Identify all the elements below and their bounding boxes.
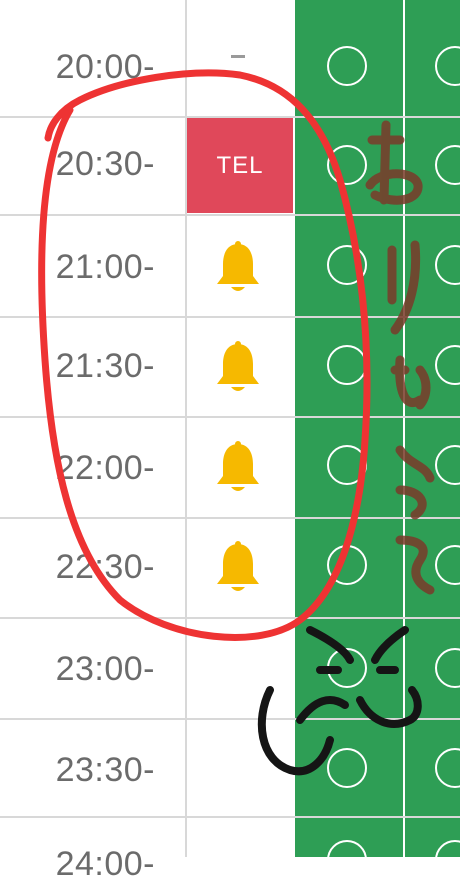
availability-column-1 [295,0,403,857]
row-divider [0,517,460,519]
availability-column-2 [405,0,460,857]
row-divider [0,816,460,818]
divider [403,0,405,857]
time-label: 22:30- [55,548,155,586]
bell-icon[interactable] [213,340,263,396]
time-label: 22:00- [55,449,155,487]
time-label: 21:00- [55,248,155,286]
status-column-white [187,0,293,620]
available-circle-icon[interactable] [327,648,367,688]
row-divider [0,718,460,720]
available-circle-icon[interactable] [327,46,367,86]
unavailable-dash [231,55,245,58]
time-label: 23:00- [55,650,155,688]
available-circle-icon[interactable] [327,145,367,185]
bell-icon[interactable] [213,540,263,596]
available-circle-icon[interactable] [327,445,367,485]
time-label: 20:30- [55,145,155,183]
row-divider [0,416,460,418]
bell-icon[interactable] [213,440,263,496]
available-circle-icon[interactable] [327,748,367,788]
available-circle-icon[interactable] [327,345,367,385]
time-label: 21:30- [55,347,155,385]
row-divider [0,617,460,619]
time-column [0,0,185,857]
time-label: 23:30- [55,751,155,789]
available-circle-icon[interactable] [218,748,258,788]
available-circle-icon[interactable] [218,840,258,880]
time-label: 20:00- [55,48,155,86]
available-circle-icon[interactable] [327,545,367,585]
available-circle-icon[interactable] [218,648,258,688]
row-divider [0,214,460,216]
divider [293,0,295,857]
available-circle-icon[interactable] [327,245,367,285]
tel-button[interactable]: TEL [187,118,293,213]
bell-icon[interactable] [213,240,263,296]
row-divider [0,316,460,318]
available-circle-icon[interactable] [327,840,367,880]
time-label: 24:00- [55,845,155,883]
